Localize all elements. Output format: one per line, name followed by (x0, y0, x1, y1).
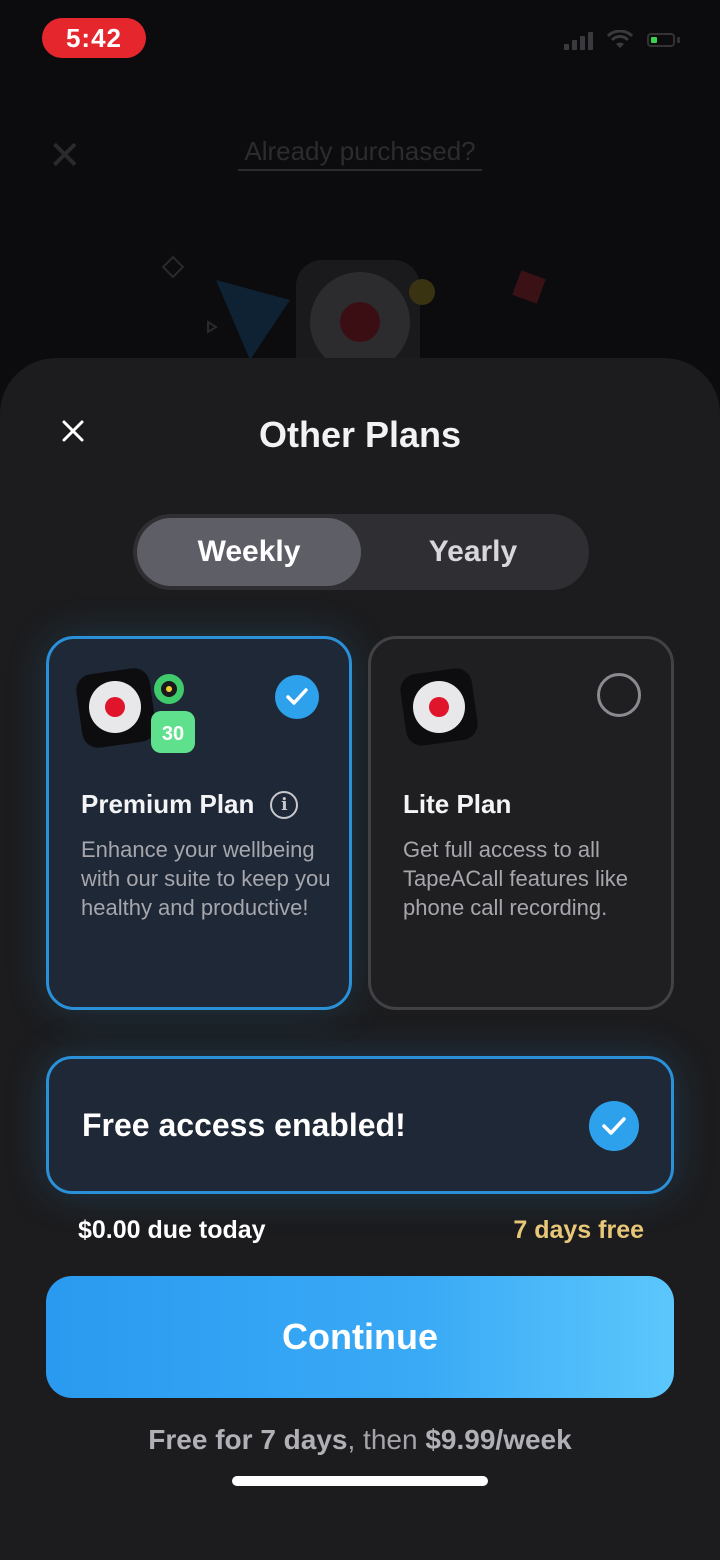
premium-selected-check (275, 675, 319, 719)
cellular-signal-icon (564, 30, 593, 50)
tab-yearly[interactable]: Yearly (361, 518, 585, 586)
lite-plan-app-icon (400, 668, 478, 746)
free-access-toggle[interactable]: Free access enabled! (46, 1056, 674, 1194)
trial-terms-price: $9.99/week (425, 1424, 572, 1455)
pricing-summary: $0.00 due today 7 days free (78, 1216, 644, 1245)
already-purchased-link: Already purchased? (238, 136, 482, 171)
premium-plan-title: Premium Plan i (81, 789, 299, 820)
due-today-text: $0.00 due today (78, 1216, 266, 1244)
home-indicator[interactable] (232, 1476, 488, 1486)
premium-plan-name: Premium Plan (81, 789, 255, 819)
premium-badge-text: 30 (162, 723, 184, 745)
premium-plan-app-icons: 30 (76, 668, 195, 753)
plan-card-premium[interactable]: 30 Premium Plan i Enhance your wellbeing… (46, 636, 352, 1010)
plan-card-lite[interactable]: Lite Plan Get full access to all TapeACa… (368, 636, 674, 1010)
status-icons (564, 30, 680, 50)
other-plans-sheet: Other Plans Weekly Yearly 30 Premium Pla… (0, 358, 720, 1560)
trial-terms: Free for 7 days, then $9.99/week (0, 1424, 720, 1456)
background-illustration (161, 255, 546, 370)
lite-plan-name: Lite Plan (403, 789, 512, 819)
free-access-label: Free access enabled! (82, 1107, 406, 1143)
status-time: 5:42 (42, 18, 146, 58)
background-close-icon: ✕ (48, 134, 82, 178)
trial-terms-then: , then (347, 1424, 426, 1455)
trial-terms-free: Free for 7 days (148, 1424, 348, 1455)
billing-period-toggle: Weekly Yearly (133, 514, 589, 590)
checkmark-icon (286, 688, 308, 705)
trial-length-text: 7 days free (513, 1216, 644, 1244)
premium-plan-description: Enhance your wellbeing with our suite to… (81, 837, 331, 920)
checkmark-icon (602, 1117, 626, 1135)
lite-unselected-radio[interactable] (597, 673, 641, 717)
screen: 5:42 ✕ Already purchased? Other Plans We… (0, 0, 720, 1560)
wifi-icon (607, 30, 633, 48)
continue-button[interactable]: Continue (46, 1276, 674, 1398)
tab-weekly[interactable]: Weekly (137, 518, 361, 586)
battery-icon (647, 33, 680, 47)
lite-plan-title: Lite Plan (403, 789, 511, 820)
free-access-check (589, 1101, 639, 1151)
lite-plan-description: Get full access to all TapeACall feature… (403, 837, 629, 920)
info-icon[interactable]: i (270, 790, 299, 819)
sheet-title: Other Plans (258, 414, 462, 455)
